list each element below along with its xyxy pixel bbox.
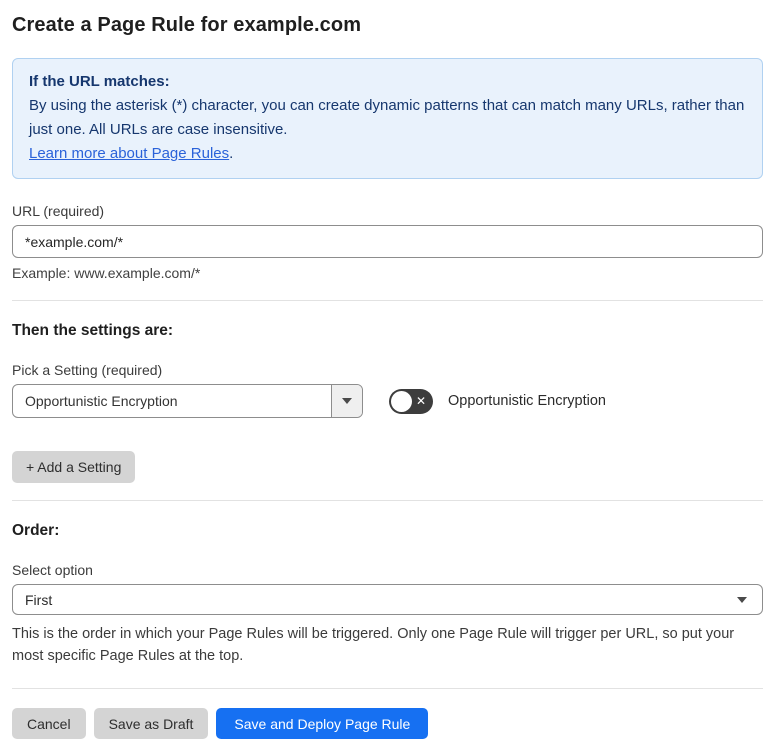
order-select-value: First xyxy=(25,591,53,608)
save-deploy-button[interactable]: Save and Deploy Page Rule xyxy=(216,708,429,739)
x-icon: ✕ xyxy=(415,394,426,408)
info-link-suffix: . xyxy=(229,145,234,162)
cancel-button[interactable]: Cancel xyxy=(12,708,86,739)
learn-more-link[interactable]: Learn more about Page Rules xyxy=(29,145,229,162)
url-section: URL (required) Example: www.example.com/… xyxy=(12,203,763,281)
divider xyxy=(12,300,763,301)
info-box-body: By using the asterisk (*) character, you… xyxy=(29,97,745,138)
setting-dropdown-arrow-button[interactable] xyxy=(331,385,362,417)
url-matches-info-box: If the URL matches: By using the asteris… xyxy=(12,58,763,179)
url-field-label: URL (required) xyxy=(12,203,105,219)
order-select[interactable]: First xyxy=(12,584,763,615)
setting-dropdown-value: Opportunistic Encryption xyxy=(25,393,178,409)
divider xyxy=(12,500,763,501)
divider xyxy=(12,688,763,689)
url-input[interactable] xyxy=(12,225,763,258)
info-box-heading: If the URL matches: xyxy=(29,73,170,90)
toggle-knob xyxy=(391,390,412,412)
setting-dropdown[interactable]: Opportunistic Encryption xyxy=(12,384,363,418)
info-box-link-line: Learn more about Page Rules. xyxy=(29,142,746,166)
chevron-down-icon xyxy=(737,597,747,603)
add-setting-button[interactable]: + Add a Setting xyxy=(12,451,136,483)
settings-section-heading: Then the settings are: xyxy=(12,322,174,339)
page-title: Create a Page Rule for example.com xyxy=(12,14,362,36)
order-section-heading: Order: xyxy=(12,522,60,539)
url-example-helper: Example: www.example.com/* xyxy=(12,265,201,281)
create-page-rule-panel: Create a Page Rule for example.com If th… xyxy=(0,0,775,755)
toggle-label: Opportunistic Encryption xyxy=(448,393,606,409)
opportunistic-encryption-toggle[interactable]: ✕ xyxy=(389,388,433,414)
footer-actions: Cancel Save as Draft Save and Deploy Pag… xyxy=(12,708,763,739)
save-draft-button[interactable]: Save as Draft xyxy=(93,708,209,739)
chevron-down-icon xyxy=(342,398,352,404)
pick-setting-label: Pick a Setting (required) xyxy=(12,362,163,378)
select-option-label: Select option xyxy=(12,562,93,578)
order-helper-text: This is the order in which your Page Rul… xyxy=(12,626,735,664)
setting-row: Opportunistic Encryption ✕ Opportunistic… xyxy=(12,384,763,418)
